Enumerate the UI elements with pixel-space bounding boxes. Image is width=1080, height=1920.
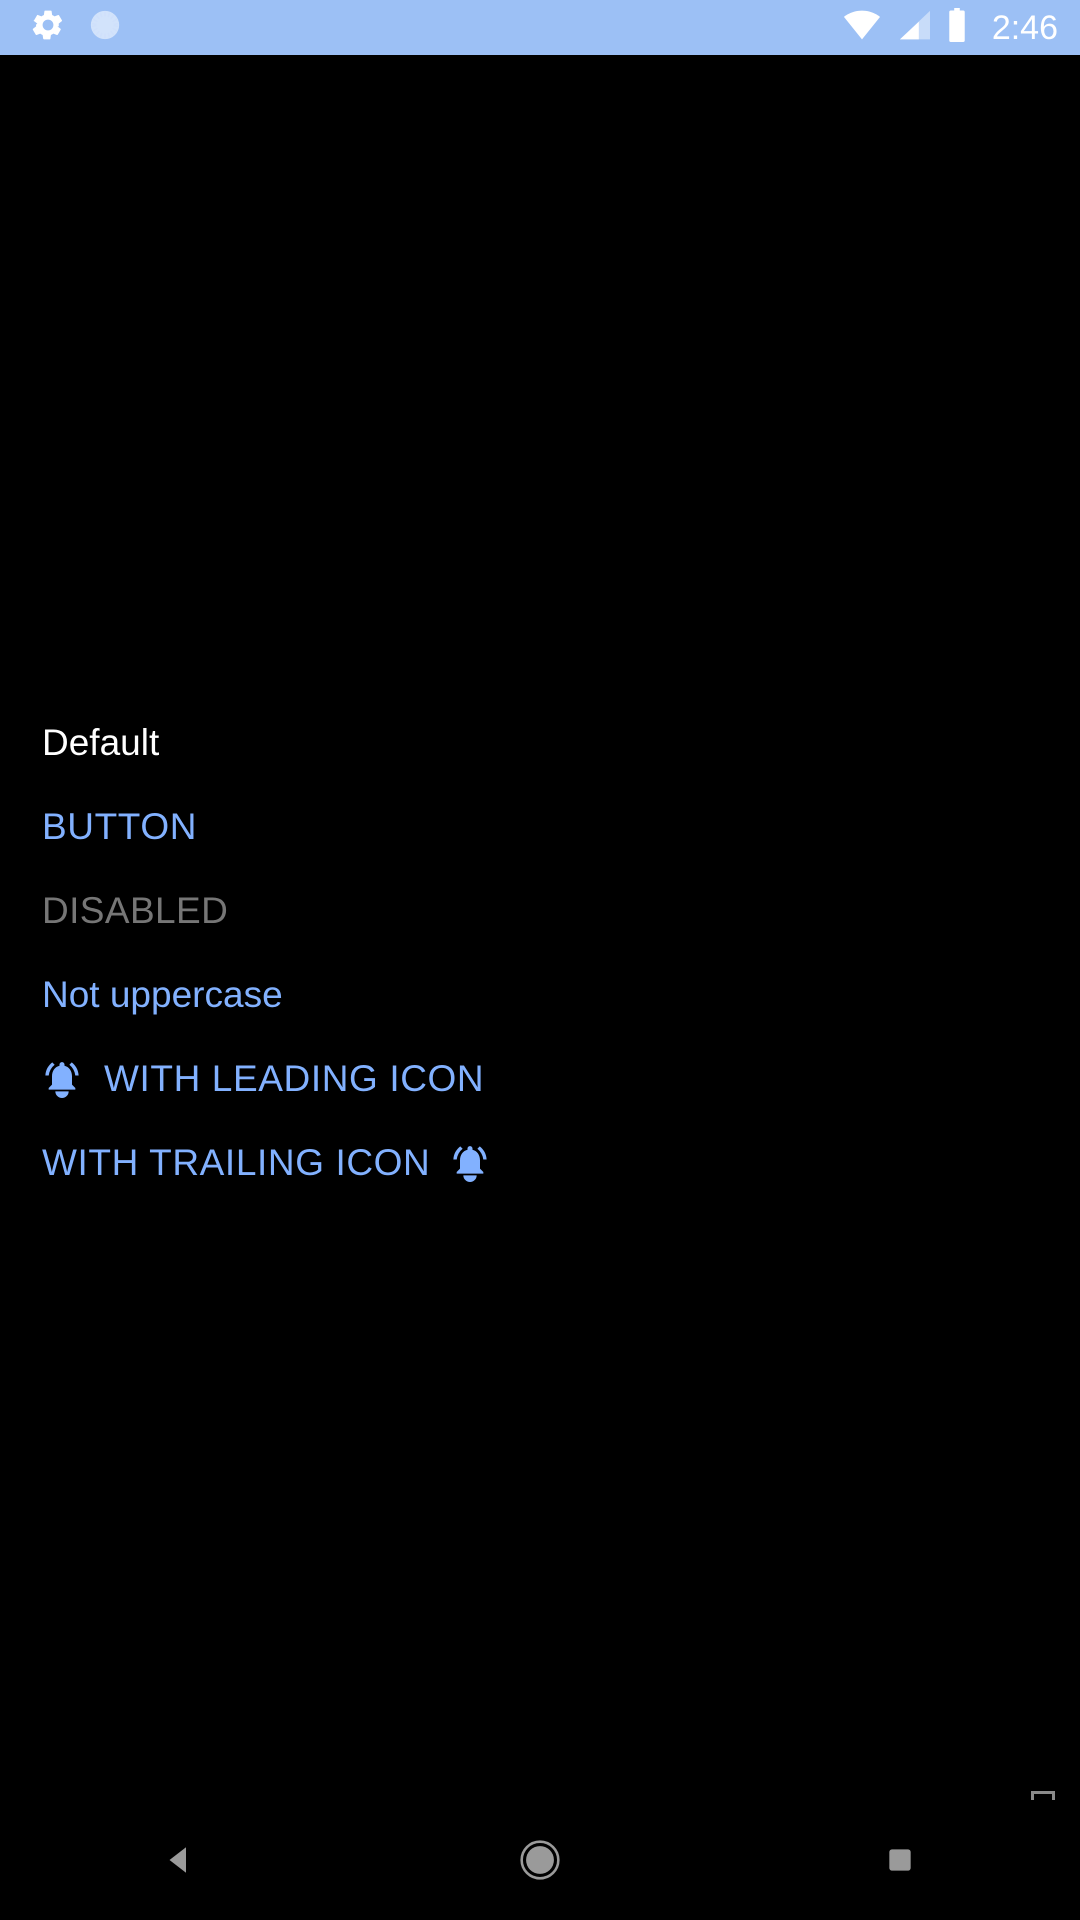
button-disabled-label: DISABLED [42, 889, 229, 931]
button-with-leading-icon[interactable]: WITH LEADING ICON [0, 1036, 1080, 1120]
button-not-uppercase[interactable]: Not uppercase [0, 952, 1080, 1036]
button-with-trailing-icon[interactable]: WITH TRAILING ICON [0, 1120, 1080, 1204]
back-triangle-icon [169, 1847, 186, 1873]
notifications-active-bell-icon [450, 1142, 490, 1182]
home-circle-icon [520, 1840, 560, 1880]
button-not-uppercase-label: Not uppercase [42, 973, 283, 1015]
nav-home-button[interactable] [360, 1838, 720, 1882]
button-primary[interactable]: BUTTON [0, 784, 1080, 868]
system-navigation-bar [0, 1800, 1080, 1920]
button-default-label: Default [42, 721, 160, 763]
status-bar-right-icons: 2:46 [842, 8, 1058, 47]
phone-screen: 2:46 Default BUTTON DISABLED Not upperca… [0, 0, 1080, 1920]
app-content-area: Default BUTTON DISABLED Not uppercase WI… [0, 55, 1080, 1850]
nav-back-button[interactable] [0, 1842, 360, 1878]
battery-icon [946, 8, 968, 47]
button-showcase-list: Default BUTTON DISABLED Not uppercase WI… [0, 700, 1080, 1204]
button-default[interactable]: Default [0, 700, 1080, 784]
notifications-active-bell-icon [42, 1058, 82, 1098]
cellular-signal-icon [896, 9, 932, 46]
button-with-trailing-icon-label: WITH TRAILING ICON [42, 1141, 431, 1183]
sync-progress-icon [88, 8, 122, 47]
button-with-leading-icon-label: WITH LEADING ICON [104, 1057, 485, 1099]
status-bar: 2:46 [0, 0, 1080, 55]
recents-square-icon [889, 1849, 911, 1871]
wifi-icon [842, 9, 882, 46]
settings-gear-icon [30, 7, 66, 48]
button-primary-label: BUTTON [42, 805, 198, 847]
status-bar-clock: 2:46 [991, 8, 1058, 47]
button-disabled: DISABLED [0, 868, 1080, 952]
nav-recents-button[interactable] [720, 1844, 1080, 1876]
status-bar-left-icons [30, 7, 122, 48]
